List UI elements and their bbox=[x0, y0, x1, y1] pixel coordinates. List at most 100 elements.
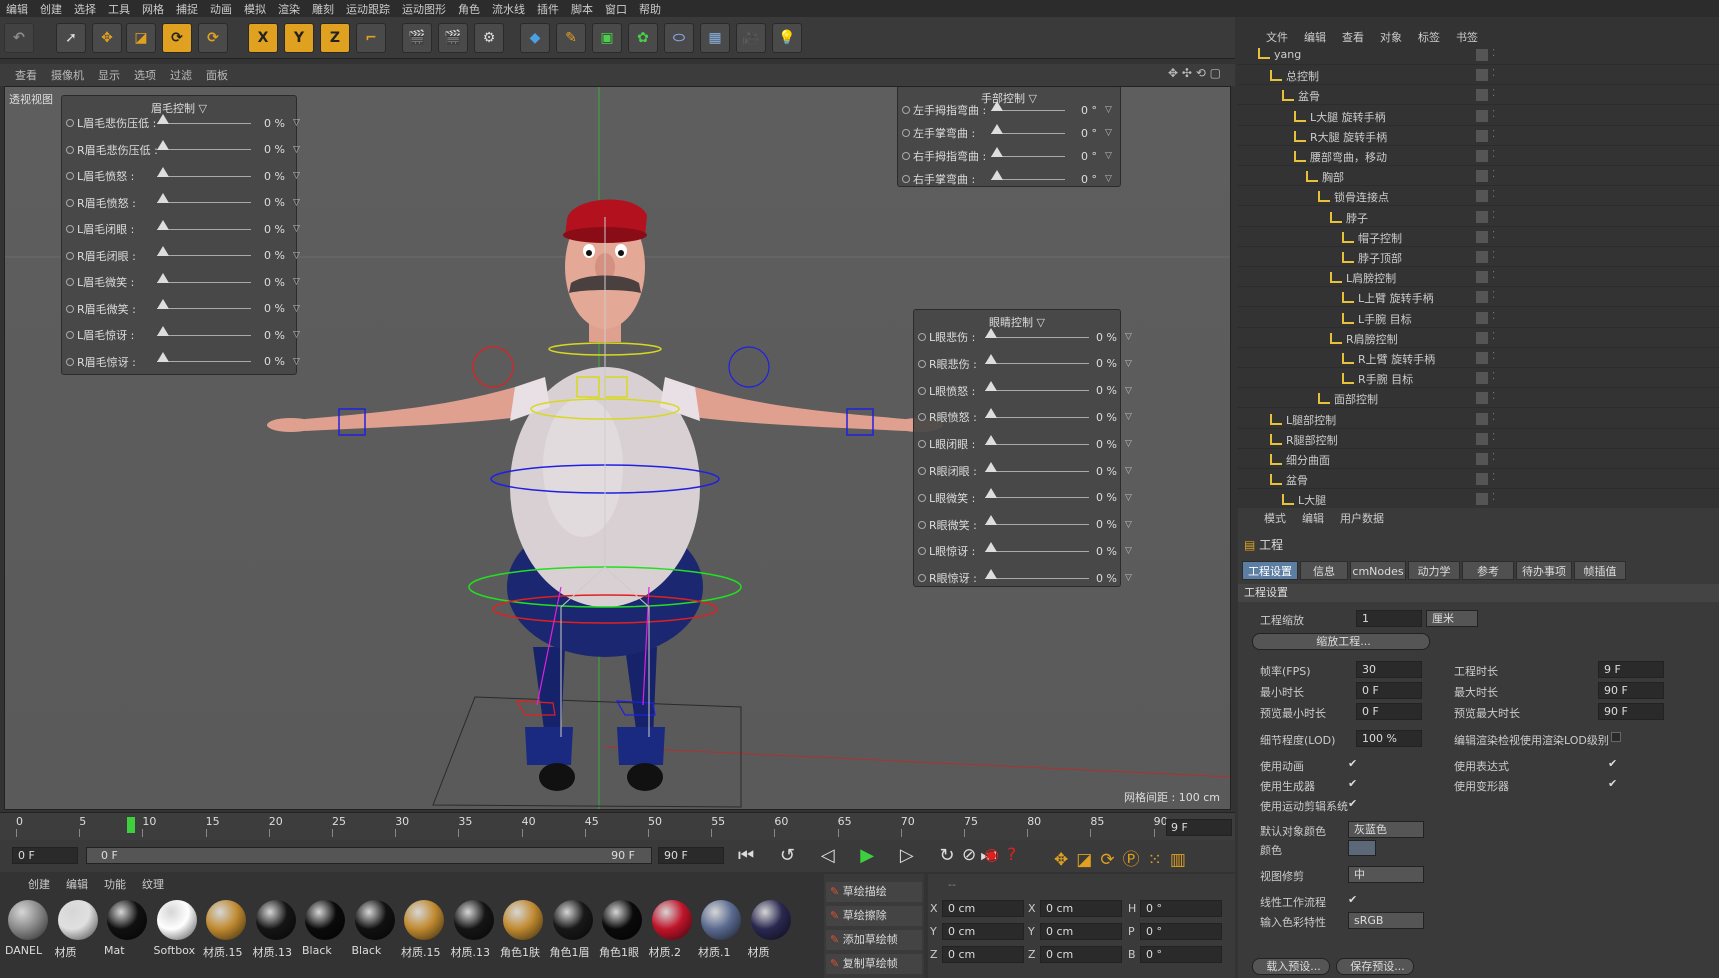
rotate-tool-icon[interactable]: ⟳ bbox=[162, 23, 192, 53]
coord-field[interactable]: 0 cm bbox=[1040, 900, 1122, 917]
object-tree-row[interactable]: L大腿 ⁚ bbox=[1238, 489, 1719, 510]
visibility-toggle-icon[interactable] bbox=[1476, 271, 1488, 284]
render-picture-viewer-icon[interactable]: 🎬 bbox=[438, 23, 468, 53]
slider-thumb[interactable] bbox=[157, 325, 169, 336]
coord-field[interactable]: 0 cm bbox=[942, 946, 1024, 963]
camera-icon[interactable]: 🎥 bbox=[736, 23, 766, 53]
x-axis-lock-button[interactable]: X bbox=[248, 23, 278, 53]
slider-row[interactable]: L眼闭眼 : 0 % ▽ bbox=[914, 434, 1132, 453]
attr-menu-item[interactable]: 用户数据 bbox=[1332, 510, 1392, 526]
chevron-down-icon[interactable]: ▽ bbox=[1125, 466, 1132, 476]
menu-item[interactable]: 渲染 bbox=[272, 1, 306, 17]
current-frame-field[interactable]: 9 F bbox=[1166, 819, 1232, 836]
render-dots-icon[interactable]: ⁚ bbox=[1492, 270, 1495, 281]
material-swatch[interactable]: Black bbox=[301, 898, 349, 960]
select-tool-icon[interactable]: ➚ bbox=[56, 23, 86, 53]
cube-primitive-icon[interactable]: ◆ bbox=[520, 23, 550, 53]
object-tree-row[interactable]: R上臂 旋转手柄 ⁚ bbox=[1238, 348, 1719, 368]
render-dots-icon[interactable]: ⁚ bbox=[1492, 68, 1495, 79]
slider-thumb[interactable] bbox=[157, 219, 169, 230]
object-tree-row[interactable]: L上臂 旋转手柄 ⁚ bbox=[1238, 287, 1719, 308]
visibility-toggle-icon[interactable] bbox=[1476, 190, 1488, 203]
object-menu-item[interactable]: 查看 bbox=[1334, 29, 1372, 45]
slider-row[interactable]: R眉毛微笑 : 0 % ▽ bbox=[62, 299, 300, 318]
object-tree-row[interactable]: yang ⁚ bbox=[1238, 45, 1719, 65]
slider-row[interactable]: L眉毛惊讶 : 0 % ▽ bbox=[62, 325, 300, 344]
slider-row[interactable]: L眉毛悲伤压低 : 0 % ▽ bbox=[62, 113, 300, 132]
light-icon[interactable]: 💡 bbox=[772, 23, 802, 53]
motion-system-checkbox[interactable]: ✔ bbox=[1348, 797, 1357, 810]
slider-track[interactable] bbox=[985, 434, 1089, 445]
material-swatch[interactable]: 材质.13 bbox=[450, 898, 498, 960]
slider-thumb[interactable] bbox=[985, 568, 997, 579]
object-menu-item[interactable]: 标签 bbox=[1410, 29, 1448, 45]
chevron-down-icon[interactable]: ▽ bbox=[293, 277, 300, 287]
animate-dot-icon[interactable] bbox=[918, 440, 926, 449]
menu-item[interactable]: 窗口 bbox=[599, 1, 633, 17]
slider-thumb[interactable] bbox=[991, 169, 1003, 180]
slider-track[interactable] bbox=[157, 113, 251, 124]
y-axis-lock-button[interactable]: Y bbox=[284, 23, 314, 53]
menu-item[interactable]: 流水线 bbox=[486, 1, 531, 17]
object-tree-row[interactable]: L大腿 旋转手柄 ⁚ bbox=[1238, 106, 1719, 126]
view-clip-dropdown[interactable]: 中 bbox=[1348, 866, 1424, 883]
chevron-down-icon[interactable]: ▽ bbox=[293, 198, 300, 208]
slider-thumb[interactable] bbox=[991, 100, 1003, 111]
slider-row[interactable]: 右手掌弯曲 : 0 ° ▽ bbox=[898, 169, 1120, 188]
slider-track[interactable] bbox=[157, 246, 251, 256]
attr-tab[interactable]: 帧插值 bbox=[1574, 561, 1626, 580]
render-dots-icon[interactable]: ⁚ bbox=[1492, 391, 1495, 402]
slider-row[interactable]: R眉毛愤怒 : 0 % ▽ bbox=[62, 193, 300, 212]
slider-row[interactable]: 左手掌弯曲 : 0 ° ▽ bbox=[898, 123, 1120, 142]
viewport-menu-item[interactable]: 查看 bbox=[8, 67, 44, 83]
chevron-down-icon[interactable]: ▽ bbox=[293, 357, 300, 367]
chevron-down-icon[interactable]: ▽ bbox=[1105, 151, 1112, 161]
slider-row[interactable]: R眼愤怒 : 0 % ▽ bbox=[914, 407, 1132, 426]
perspective-viewport[interactable]: 透视视图 眉毛控制 ▽ L眉毛悲伤压低: 0 % ▽ R眉毛悲伤压低: 0 … bbox=[4, 86, 1231, 810]
sketch-tool-button[interactable]: ✎ 草绘擦除 bbox=[826, 906, 922, 926]
menu-item[interactable]: 运动跟踪 bbox=[340, 1, 396, 17]
attr-menu-item[interactable]: 编辑 bbox=[1294, 510, 1332, 526]
render-dots-icon[interactable]: ⁚ bbox=[1492, 452, 1495, 463]
slider-track[interactable] bbox=[157, 352, 251, 362]
sketch-tool-button[interactable]: ✎ 复制草绘帧 bbox=[826, 954, 922, 974]
slider-thumb[interactable] bbox=[985, 461, 997, 472]
render-dots-icon[interactable]: ⁚ bbox=[1492, 492, 1495, 503]
slider-track[interactable] bbox=[991, 100, 1065, 111]
scale-project-button[interactable]: 缩放工程... bbox=[1252, 633, 1430, 650]
chevron-down-icon[interactable]: ▽ bbox=[1125, 520, 1132, 530]
slider-row[interactable]: L眉毛微笑 : 0 % ▽ bbox=[62, 272, 300, 291]
attr-tab[interactable]: 工程设置 bbox=[1242, 561, 1298, 580]
animate-dot-icon[interactable] bbox=[918, 333, 926, 341]
animate-dot-icon[interactable] bbox=[66, 278, 74, 286]
start-frame-field[interactable]: 0 F bbox=[12, 847, 78, 864]
viewport-menu-item[interactable]: 摄像机 bbox=[44, 67, 91, 83]
chevron-down-icon[interactable]: ▽ bbox=[293, 224, 300, 234]
slider-row[interactable]: L眼惊讶 : 0 % ▽ bbox=[914, 541, 1132, 560]
slider-track[interactable] bbox=[157, 193, 251, 203]
menu-item[interactable]: 角色 bbox=[452, 1, 486, 17]
material-swatch[interactable]: DANEL bbox=[4, 898, 52, 960]
menu-item[interactable]: 插件 bbox=[531, 1, 565, 17]
object-tree-row[interactable]: R大腿 旋转手柄 ⁚ bbox=[1238, 126, 1719, 146]
viewport-nav-icons[interactable]: ✥ ✣ ⟲ ▢ bbox=[1168, 66, 1221, 80]
pen-spline-icon[interactable]: ✎ bbox=[556, 23, 586, 53]
floor-icon[interactable]: ▦ bbox=[700, 23, 730, 53]
preview-max-field[interactable]: 90 F bbox=[1598, 703, 1664, 720]
animate-dot-icon[interactable] bbox=[902, 106, 910, 114]
animate-dot-icon[interactable] bbox=[918, 386, 926, 395]
slider-row[interactable]: L眼悲伤 : 0 % ▽ bbox=[914, 327, 1132, 346]
slider-track[interactable] bbox=[985, 327, 1089, 338]
object-tree-row[interactable]: 胸部 ⁚ bbox=[1238, 166, 1719, 187]
slider-row[interactable]: R眼微笑 : 0 % ▽ bbox=[914, 515, 1132, 534]
material-swatch[interactable]: 材质 bbox=[54, 898, 102, 960]
visibility-toggle-icon[interactable] bbox=[1476, 150, 1488, 162]
slider-thumb[interactable] bbox=[991, 123, 1003, 134]
slider-track[interactable] bbox=[985, 515, 1089, 526]
play-icon[interactable]: ▶ bbox=[860, 845, 884, 866]
animate-dot-icon[interactable] bbox=[918, 520, 926, 529]
chevron-down-icon[interactable]: ▽ bbox=[1105, 128, 1112, 138]
slider-thumb[interactable] bbox=[985, 515, 997, 526]
slider-thumb[interactable] bbox=[157, 193, 169, 203]
slider-row[interactable]: R眼闭眼 : 0 % ▽ bbox=[914, 461, 1132, 480]
